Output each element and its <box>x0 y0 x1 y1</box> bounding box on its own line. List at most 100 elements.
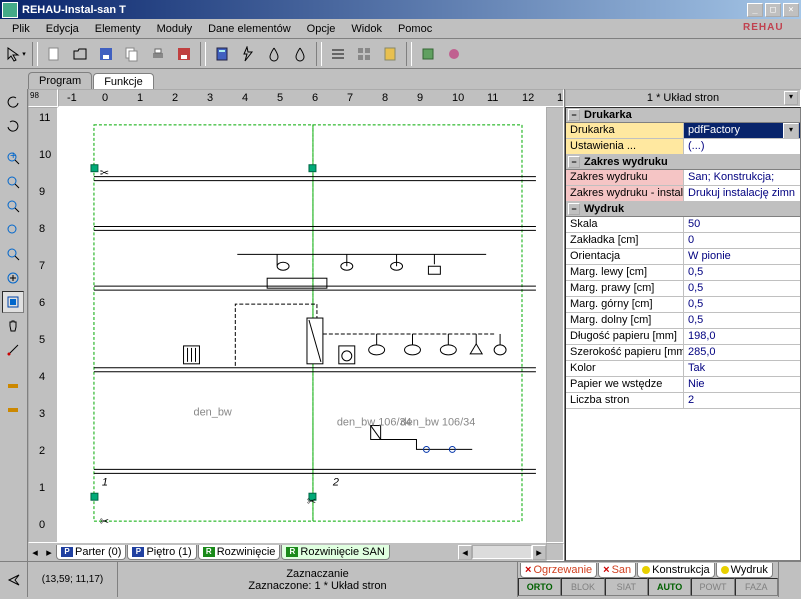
page-layout-button[interactable] <box>2 291 24 313</box>
bolt-button[interactable] <box>236 42 260 66</box>
sheet-tab-parter[interactable]: PParter (0) <box>56 545 126 560</box>
horizontal-scrollbar[interactable] <box>472 545 532 559</box>
collapse-icon[interactable]: − <box>568 109 580 121</box>
pan-button[interactable] <box>2 315 24 337</box>
menu-opcje[interactable]: Opcje <box>299 21 344 37</box>
property-row[interactable]: Marg. prawy [cm]0,5 <box>566 281 800 297</box>
undo-button[interactable] <box>2 91 24 113</box>
property-value[interactable]: Nie <box>684 377 800 392</box>
catalog-button[interactable] <box>378 42 402 66</box>
status-tab[interactable]: Konstrukcja <box>637 563 714 578</box>
tab-funkcje[interactable]: Funkcje <box>93 73 154 90</box>
zoom-in-button[interactable]: + <box>2 147 24 169</box>
property-row[interactable]: DrukarkapdfFactory <box>566 123 800 139</box>
property-value[interactable]: (...) <box>684 139 800 154</box>
new-button[interactable] <box>42 42 66 66</box>
save-button[interactable] <box>94 42 118 66</box>
copy-button[interactable] <box>120 42 144 66</box>
mode-faza[interactable]: FAZA <box>735 578 778 596</box>
sheet-tab-pietro[interactable]: PPiętro (1) <box>127 545 196 560</box>
tool-a-button[interactable] <box>416 42 440 66</box>
close-button[interactable]: × <box>783 3 799 17</box>
status-tab[interactable]: Wydruk <box>716 563 773 578</box>
calc-button[interactable] <box>210 42 234 66</box>
vertical-scrollbar[interactable] <box>546 107 564 543</box>
zoom-out-button[interactable] <box>2 171 24 193</box>
menu-pomoc[interactable]: Pomoc <box>390 21 440 37</box>
property-value[interactable]: pdfFactory <box>684 123 800 138</box>
hscroll-right[interactable]: ▸ <box>532 545 546 560</box>
property-value[interactable]: W pionie <box>684 249 800 264</box>
section-header[interactable]: −Wydruk <box>566 202 800 217</box>
property-value[interactable]: 2 <box>684 393 800 408</box>
hscroll-left[interactable]: ◂ <box>458 545 472 560</box>
property-row[interactable]: Szerokość papieru [mm]285,0 <box>566 345 800 361</box>
property-row[interactable]: Długość papieru [mm]198,0 <box>566 329 800 345</box>
grid-button[interactable] <box>352 42 376 66</box>
property-row[interactable]: Zakres wydruku - instalaDrukuj instalacj… <box>566 186 800 202</box>
property-value[interactable]: 198,0 <box>684 329 800 344</box>
menu-edycja[interactable]: Edycja <box>38 21 87 37</box>
zoom-all-button[interactable] <box>2 243 24 265</box>
properties-header[interactable]: 1 * Układ stron ▾ <box>565 89 801 107</box>
mode-auto[interactable]: AUTO <box>648 578 691 596</box>
property-row[interactable]: Zakres wydrukuSan; Konstrukcja; <box>566 170 800 186</box>
layer-b-button[interactable] <box>2 399 24 421</box>
property-row[interactable]: OrientacjaW pionie <box>566 249 800 265</box>
open-button[interactable] <box>68 42 92 66</box>
property-row[interactable]: KolorTak <box>566 361 800 377</box>
property-value[interactable]: 0,5 <box>684 265 800 280</box>
property-row[interactable]: Skala50 <box>566 217 800 233</box>
menu-plik[interactable]: Plik <box>4 21 38 37</box>
mode-blok[interactable]: BLOK <box>561 578 604 596</box>
mode-powt[interactable]: POWT <box>691 578 734 596</box>
pointer-tool-button[interactable]: ▾ <box>4 42 28 66</box>
property-value[interactable]: 0 <box>684 233 800 248</box>
tab-scroll-right[interactable]: ▸ <box>42 546 56 559</box>
menu-moduly[interactable]: Moduły <box>149 21 200 37</box>
properties-header-dropdown[interactable]: ▾ <box>784 91 798 105</box>
tool-b-button[interactable] <box>442 42 466 66</box>
zoom-fit-button[interactable] <box>2 195 24 217</box>
mode-siat[interactable]: SIAT <box>605 578 648 596</box>
property-value[interactable]: Tak <box>684 361 800 376</box>
property-row[interactable]: Liczba stron2 <box>566 393 800 409</box>
menu-elementy[interactable]: Elementy <box>87 21 149 37</box>
tab-program[interactable]: Program <box>28 72 92 89</box>
drop-blue-button[interactable] <box>262 42 286 66</box>
list-button[interactable] <box>326 42 350 66</box>
property-row[interactable]: Zakładka [cm]0 <box>566 233 800 249</box>
menu-widok[interactable]: Widok <box>343 21 390 37</box>
status-tab[interactable]: ×San <box>598 563 636 578</box>
section-header[interactable]: −Zakres wydruku <box>566 155 800 170</box>
minimize-button[interactable]: _ <box>747 3 763 17</box>
property-value[interactable]: 0,5 <box>684 281 800 296</box>
drawing-canvas[interactable]: ✂ ✂ ✂ <box>58 107 546 543</box>
mode-orto[interactable]: ORTO <box>518 578 561 596</box>
section-header[interactable]: −Drukarka <box>566 108 800 123</box>
property-value[interactable]: 0,5 <box>684 297 800 312</box>
maximize-button[interactable]: □ <box>765 3 781 17</box>
measure-button[interactable] <box>2 339 24 361</box>
status-icon[interactable] <box>0 562 28 597</box>
zoom-win-button[interactable] <box>2 267 24 289</box>
menu-dane[interactable]: Dane elementów <box>200 21 299 37</box>
save-disk-button[interactable] <box>172 42 196 66</box>
tab-scroll-left[interactable]: ◂ <box>28 546 42 559</box>
property-value[interactable]: Drukuj instalację zimn <box>684 186 800 201</box>
property-value[interactable]: 0,5 <box>684 313 800 328</box>
sheet-tab-rozwiniecie[interactable]: RRozwinięcie <box>198 545 281 560</box>
print-button[interactable] <box>146 42 170 66</box>
property-row[interactable]: Marg. dolny [cm]0,5 <box>566 313 800 329</box>
zoom-sel-button[interactable] <box>2 219 24 241</box>
property-row[interactable]: Papier we wstędzeNie <box>566 377 800 393</box>
collapse-icon[interactable]: − <box>568 156 580 168</box>
collapse-icon[interactable]: − <box>568 203 580 215</box>
property-value[interactable]: San; Konstrukcja; <box>684 170 800 185</box>
redo-button[interactable] <box>2 115 24 137</box>
sheet-tab-rozwiniecie-san[interactable]: RRozwinięcie SAN <box>281 545 389 560</box>
property-value[interactable]: 50 <box>684 217 800 232</box>
layer-a-button[interactable] <box>2 375 24 397</box>
property-value[interactable]: 285,0 <box>684 345 800 360</box>
status-tab[interactable]: ×Ogrzewanie <box>520 563 597 578</box>
